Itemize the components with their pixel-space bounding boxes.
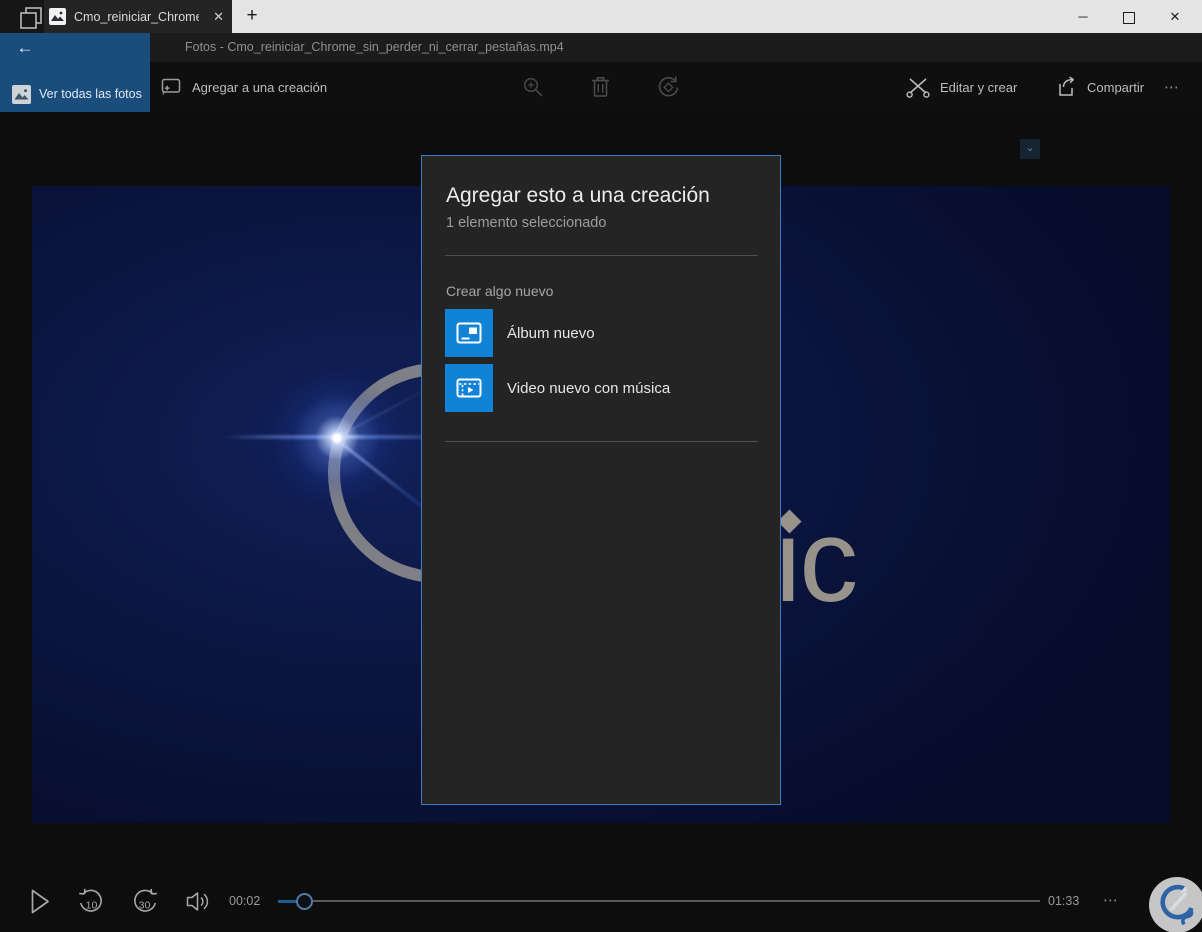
share-label: Compartir bbox=[1087, 79, 1145, 95]
back-button[interactable]: ← bbox=[12, 35, 38, 61]
video-music-icon bbox=[445, 364, 493, 412]
player-bar: 10 30 00:02 01:33 ⋯ bbox=[0, 868, 1202, 932]
total-time: 01:33 bbox=[1048, 894, 1080, 908]
dialog-section-label: Crear algo nuevo bbox=[446, 283, 554, 299]
seek-bar-played bbox=[278, 899, 297, 903]
nav-panel: ← Ver todas las fotos bbox=[0, 33, 150, 112]
photos-app-icon bbox=[49, 8, 66, 25]
add-to-creation-label: Agregar a una creación bbox=[192, 79, 328, 95]
delete-icon[interactable] bbox=[590, 75, 611, 99]
close-window-button[interactable]: ✕ bbox=[1152, 0, 1198, 33]
zoom-icon[interactable] bbox=[522, 76, 545, 99]
add-to-creation-dialog: Agregar esto a una creación 1 elemento s… bbox=[421, 155, 781, 805]
album-icon bbox=[445, 309, 493, 357]
maximize-icon bbox=[1123, 12, 1135, 24]
play-button[interactable] bbox=[29, 888, 51, 915]
volume-button[interactable] bbox=[185, 890, 212, 913]
photos-app-window: Cmo_reiniciar_Chrome_ ✕ + ─ ✕ Fotos - Cm… bbox=[0, 0, 1202, 932]
dialog-subtitle: 1 elemento seleccionado bbox=[446, 215, 607, 231]
minimize-button[interactable]: ─ bbox=[1060, 0, 1106, 33]
edit-create-icon bbox=[906, 78, 930, 98]
share-icon bbox=[1059, 76, 1075, 96]
app-title: Fotos - Cmo_reiniciar_Chrome_sin_perder_… bbox=[185, 40, 564, 54]
tab-strip: Cmo_reiniciar_Chrome_ ✕ bbox=[0, 0, 232, 33]
tab-cmo-reiniciar-chrome[interactable]: Cmo_reiniciar_Chrome_ ✕ bbox=[44, 0, 232, 33]
app-title-bar: Fotos - Cmo_reiniciar_Chrome_sin_perder_… bbox=[0, 33, 1202, 62]
seek-bar[interactable] bbox=[278, 900, 1040, 902]
dialog-title: Agregar esto a una creación bbox=[446, 184, 710, 207]
view-all-photos-button[interactable]: Ver todas las fotos bbox=[0, 76, 150, 112]
see-more-button[interactable]: ⋯ bbox=[1164, 78, 1182, 96]
share-button[interactable]: Compartir bbox=[1054, 75, 1144, 99]
new-album-label: Álbum nuevo bbox=[507, 324, 595, 342]
tab-close-icon[interactable]: ✕ bbox=[213, 9, 224, 25]
edit-create-button[interactable]: Editar y crear bbox=[906, 76, 1017, 99]
more-options-button[interactable]: ⋯ bbox=[1103, 891, 1121, 909]
new-video-music-label: Video nuevo con música bbox=[507, 379, 671, 397]
rewind-10-button[interactable]: 10 bbox=[76, 886, 107, 917]
edit-create-chevron-icon[interactable]: ⌄ bbox=[1020, 139, 1040, 159]
lens-flare bbox=[267, 368, 407, 508]
forward-30-button[interactable]: 30 bbox=[129, 886, 160, 917]
forward-30-label: 30 bbox=[139, 900, 151, 912]
add-to-creation-icon bbox=[161, 78, 181, 96]
new-tab-button[interactable]: + bbox=[236, 0, 268, 33]
new-album-item[interactable]: Álbum nuevo bbox=[445, 309, 760, 357]
photo-collection-icon bbox=[12, 84, 31, 104]
current-time: 00:02 bbox=[229, 894, 261, 908]
new-video-music-item[interactable]: Video nuevo con música bbox=[445, 364, 760, 412]
dialog-divider bbox=[445, 255, 758, 256]
edit-create-label: Editar y crear bbox=[940, 80, 1018, 95]
add-to-creation-button[interactable]: Agregar a una creación bbox=[160, 76, 327, 98]
rewind-10-label: 10 bbox=[86, 900, 98, 912]
dialog-divider bbox=[445, 441, 758, 442]
rotate-icon[interactable] bbox=[656, 75, 681, 100]
view-all-photos-label: Ver todas las fotos bbox=[39, 87, 142, 101]
toolbar: Agregar a una creación Editar y crear ⌄ … bbox=[0, 62, 1202, 159]
help-bubble-watermark bbox=[1149, 877, 1202, 932]
seek-bar-thumb[interactable] bbox=[296, 893, 313, 910]
tab-title: Cmo_reiniciar_Chrome_ bbox=[74, 9, 199, 24]
window-caption-bar: Cmo_reiniciar_Chrome_ ✕ + ─ ✕ bbox=[0, 0, 1202, 33]
stacked-windows-icon[interactable] bbox=[17, 6, 45, 30]
